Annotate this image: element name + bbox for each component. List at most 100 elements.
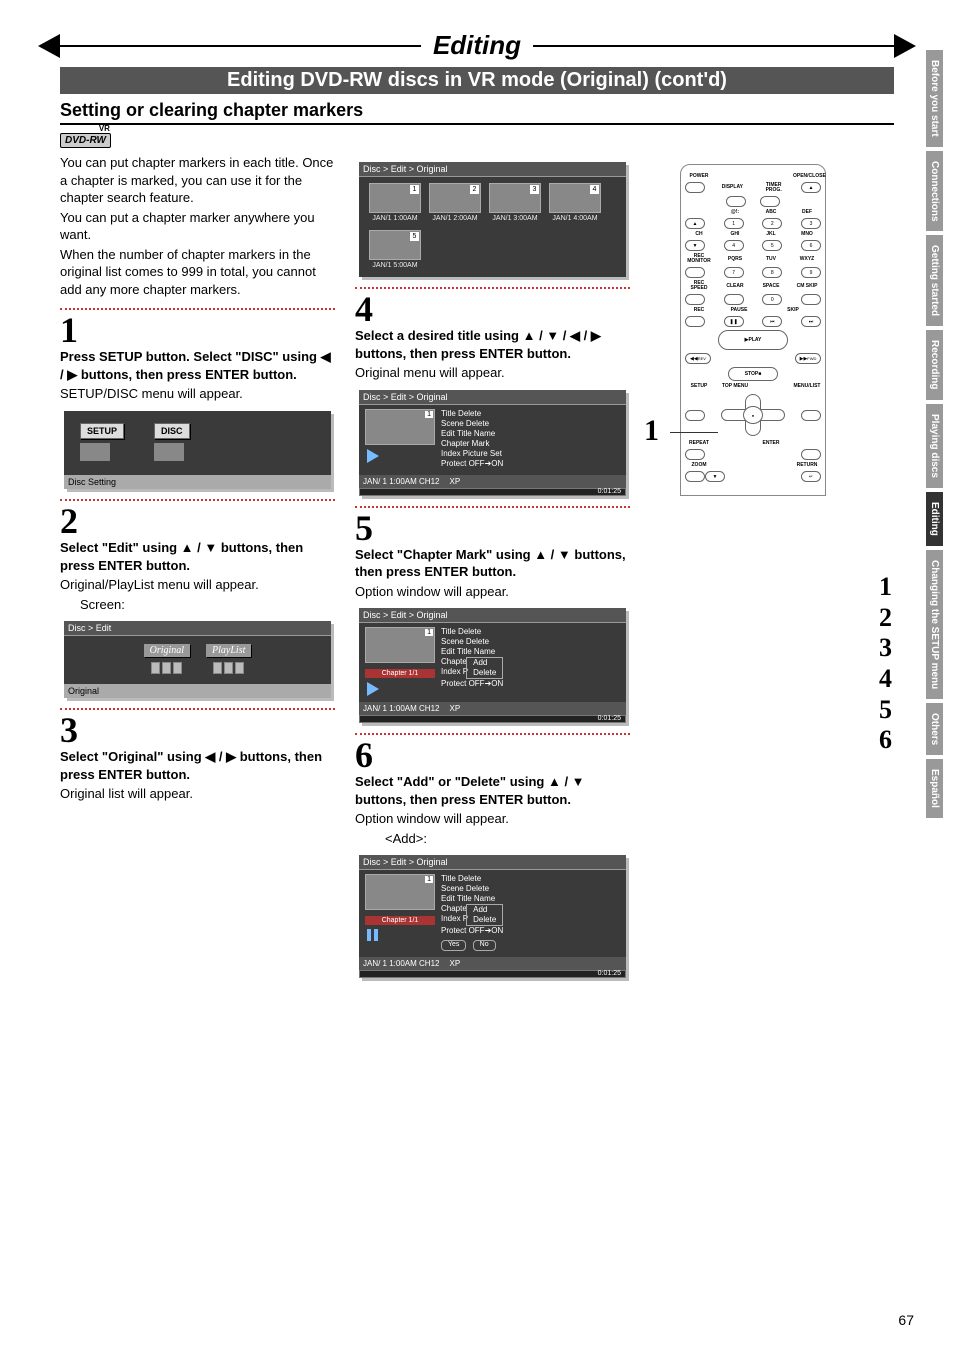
screen-orig-menu: Disc > Edit > Original 1 Title DeleteSce…: [359, 390, 626, 496]
section-tab[interactable]: Getting started: [926, 235, 943, 326]
orig-list-title: Disc > Edit > Original: [359, 162, 626, 177]
screen-add-menu: Disc > Edit > Original 1 Chapter 1/1 Tit…: [359, 855, 626, 978]
section-tab[interactable]: Recording: [926, 330, 943, 399]
screen-setup: SETUP DISC Disc Setting: [64, 411, 331, 489]
menu-item: Title Delete: [441, 409, 503, 419]
section-tab[interactable]: Connections: [926, 151, 943, 232]
thumbnail: 4JAN/1 4:00AM: [549, 183, 601, 222]
no-button: No: [473, 940, 496, 951]
option-original: Original: [144, 644, 190, 657]
menu-item: Scene Delete: [441, 419, 503, 429]
step-1-num: 1: [60, 312, 335, 348]
intro-p2: You can put a chapter marker anywhere yo…: [60, 209, 335, 244]
screen-chapter-menu: Disc > Edit > Original 1 Chapter 1/1 Tit…: [359, 608, 626, 723]
thumbnail: 1JAN/1 1:00AM: [369, 183, 421, 222]
status-mode: XP: [449, 477, 460, 486]
eject-button: ▲: [801, 182, 821, 193]
pause-icon: [367, 929, 435, 941]
option-playlist: PlayList: [206, 644, 251, 657]
play-icon: [367, 682, 379, 696]
page-title: Editing: [421, 30, 533, 61]
setup-icon: [80, 443, 110, 461]
chapter-badge: Chapter 1/1: [365, 916, 435, 925]
dvd-rw-badge: VR DVD-RW: [60, 133, 111, 148]
setup-remote-button: [685, 410, 705, 421]
disc-icon: [154, 443, 184, 461]
remote-callout-1: 1: [644, 414, 659, 448]
play-button: ▶ PLAY: [718, 330, 788, 350]
edit-footer: Original: [64, 684, 331, 698]
section-tab[interactable]: Others: [926, 703, 943, 755]
menu-item: Chapter Mark: [441, 439, 503, 449]
section-tab[interactable]: Editing: [926, 492, 943, 546]
status-date: JAN/ 1 1:00AM CH12: [363, 477, 439, 486]
step-3-body: Original list will appear.: [60, 785, 335, 803]
step-2-num: 2: [60, 503, 335, 539]
step-3-title: Select "Original" using ◀ / ▶ buttons, t…: [60, 748, 335, 783]
chapter-menu-title: Disc > Edit > Original: [359, 608, 626, 623]
stop-button: STOP ■: [728, 367, 778, 381]
step-1-body: SETUP/DISC menu will appear.: [60, 385, 335, 403]
screen-edit: Disc > Edit Original PlayList Original: [64, 621, 331, 698]
section-tab[interactable]: Playing discs: [926, 404, 943, 488]
divider: [60, 499, 335, 501]
step-2-body2: Screen:: [60, 596, 335, 614]
fwd-button: ▶▶FWD: [795, 353, 821, 364]
thumb-box: 1: [365, 627, 435, 663]
step-6-body2: <Add>:: [355, 830, 630, 848]
section-tab[interactable]: Español: [926, 759, 943, 818]
thumbnail: 5JAN/1 5:00AM: [369, 230, 421, 269]
step-4-title: Select a desired title using ▲ / ▼ / ◀ /…: [355, 327, 630, 362]
intro-p1: You can put chapter markers in each titl…: [60, 154, 335, 207]
divider: [355, 287, 630, 289]
yes-button: Yes: [441, 940, 466, 951]
section-tab[interactable]: Changing the SETUP menu: [926, 550, 943, 699]
divider: [355, 733, 630, 735]
setup-footer: Disc Setting: [64, 475, 331, 489]
thumbnail: 2JAN/1 2:00AM: [429, 183, 481, 222]
progress-bar: 0:01:25: [359, 715, 626, 723]
badge-text: DVD-RW: [65, 135, 106, 146]
divider: [355, 506, 630, 508]
menu-item: Index Picture Set: [441, 449, 503, 459]
orig-menu-title: Disc > Edit > Original: [359, 390, 626, 405]
step-numbers-column: 123456: [879, 572, 892, 756]
step-6-num: 6: [355, 737, 630, 773]
section-tab[interactable]: Before you start: [926, 50, 943, 147]
step-5-title: Select "Chapter Mark" using ▲ / ▼ button…: [355, 546, 630, 581]
step-2-title: Select "Edit" using ▲ / ▼ buttons, then …: [60, 539, 335, 574]
section-tabs: Before you start Connections Getting start…: [926, 50, 954, 822]
thumbnail: 3JAN/1 3:00AM: [489, 183, 541, 222]
progress-bar: 0:01:25: [359, 488, 626, 496]
page-title-bar: Editing: [60, 30, 894, 61]
rev-button: ◀◀REV: [685, 353, 711, 364]
callout-line: [670, 432, 718, 433]
thumb-box: 1: [365, 874, 435, 910]
screen-edit-title: Disc > Edit: [64, 621, 331, 636]
thumb-box: 1: [365, 409, 435, 445]
step-4-num: 4: [355, 291, 630, 327]
setup-btn: SETUP: [80, 423, 124, 439]
step-6-title: Select "Add" or "Delete" using ▲ / ▼ but…: [355, 773, 630, 808]
divider: [60, 308, 335, 310]
step-5-num: 5: [355, 510, 630, 546]
add-menu-title: Disc > Edit > Original: [359, 855, 626, 870]
step-3-num: 3: [60, 712, 335, 748]
section-heading: Setting or clearing chapter markers: [60, 100, 894, 125]
dpad: ●: [721, 394, 785, 436]
status-mode: XP: [449, 959, 460, 968]
step-5-body: Option window will appear.: [355, 583, 630, 601]
disc-btn: DISC: [154, 423, 190, 439]
title-arrow-left: [60, 45, 421, 47]
vr-label: VR: [99, 124, 110, 133]
status-date: JAN/ 1 1:00AM CH12: [363, 704, 439, 713]
page-subtitle: Editing DVD-RW discs in VR mode (Origina…: [60, 67, 894, 94]
enter-button: ●: [743, 406, 763, 424]
menu-item: Edit Title Name: [441, 429, 503, 439]
play-icon: [367, 449, 379, 463]
intro-p3: When the number of chapter markers in th…: [60, 246, 335, 299]
status-mode: XP: [449, 704, 460, 713]
remote-illustration: POWEROPEN/CLOSE DISPLAYTIMER PROG.▲ @!:A…: [650, 164, 894, 496]
step-1-title: Press SETUP button. Select "DISC" using …: [60, 348, 335, 383]
step-6-body: Option window will appear.: [355, 810, 630, 828]
